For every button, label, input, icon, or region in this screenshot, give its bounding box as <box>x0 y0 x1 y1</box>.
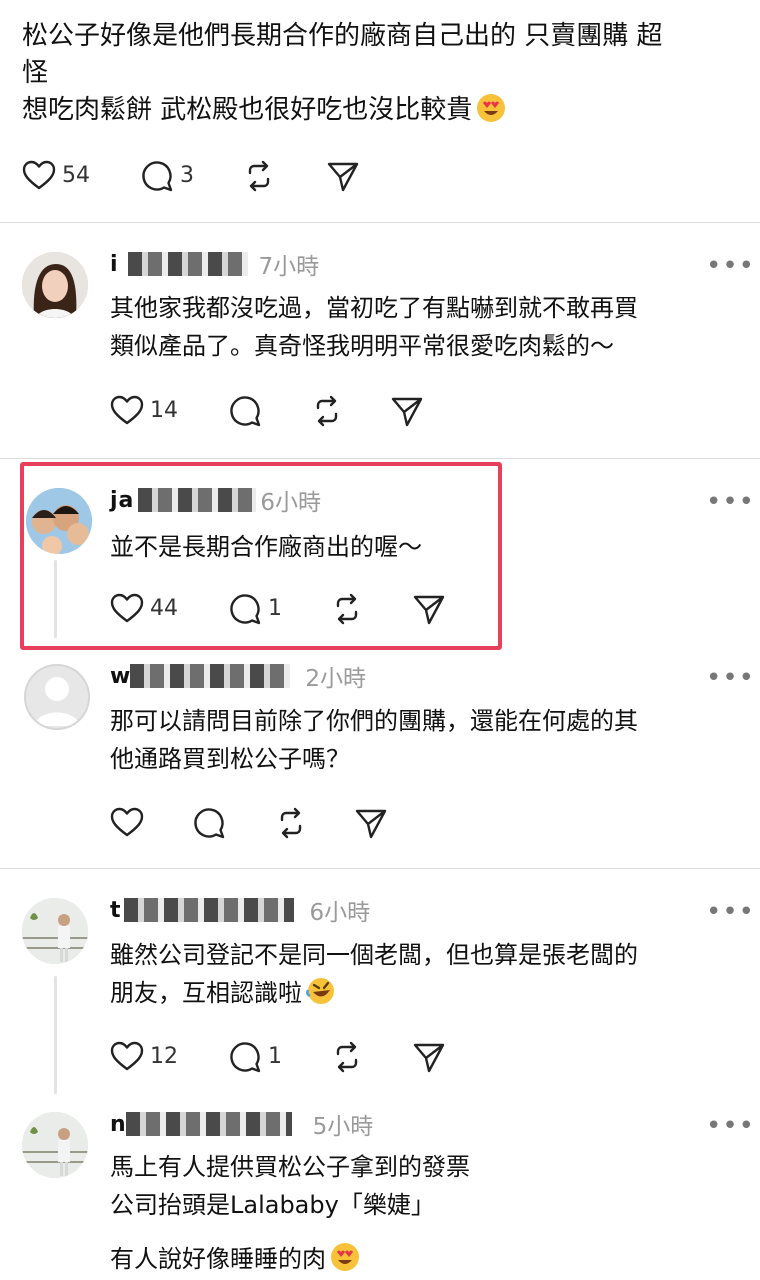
comment-button[interactable]: 1 <box>228 1039 282 1075</box>
heart-icon <box>22 160 56 190</box>
avatar[interactable] <box>22 1112 88 1178</box>
comment-icon <box>230 1042 261 1073</box>
repost-icon <box>316 395 338 427</box>
reply-text: 雖然公司登記不是同一個老闆，但也算是張老闆的 朋友，互相認識啦 <box>110 936 740 1012</box>
more-options-button[interactable]: ••• <box>706 1113 755 1139</box>
send-icon <box>327 162 359 192</box>
avatar[interactable] <box>22 252 88 318</box>
heart-icon <box>110 395 144 425</box>
reply-header: w 2小時 <box>110 660 366 693</box>
reply-text: 那可以請問目前除了你們的團購，還能在何處的其 他通路買到松公子嗎？ <box>110 707 638 773</box>
top-post-actions: 54 3 <box>22 158 422 194</box>
timestamp: 5小時 <box>312 1114 374 1140</box>
comment-button[interactable] <box>228 393 262 429</box>
username[interactable]: i <box>110 252 119 277</box>
like-count: 12 <box>150 1044 178 1069</box>
person-balcony <box>22 898 88 964</box>
comment-icon <box>194 808 225 839</box>
top-post-text: 松公子好像是他們長期合作的廠商自己出的 只賣團購 超 怪 想吃肉鬆餅 武松殿也很… <box>22 18 742 129</box>
reply-actions <box>110 805 510 841</box>
send-icon <box>391 397 423 427</box>
like-button[interactable]: 54 <box>22 158 90 194</box>
timestamp: 7小時 <box>258 254 320 280</box>
repost-icon <box>248 160 270 192</box>
comment-button[interactable]: 3 <box>140 158 194 194</box>
reply-line3: 有人說好像睡睡的肉 <box>110 1245 326 1273</box>
comment-count: 3 <box>180 163 194 188</box>
reply-text: 馬上有人提供買松公子拿到的發票 公司抬頭是Lalababy「樂婕」 <box>110 1148 740 1224</box>
divider <box>0 222 760 223</box>
reply-line1: 馬上有人提供買松公子拿到的發票 <box>110 1153 470 1181</box>
repost-icon <box>336 1041 358 1073</box>
send-icon <box>413 1043 445 1073</box>
top-post-line2: 怪 <box>22 58 49 88</box>
top-post-line3: 想吃肉鬆餅 武松殿也很好吃也沒比較貴 <box>22 95 473 125</box>
share-button[interactable] <box>354 805 388 841</box>
divider <box>0 458 760 459</box>
like-button[interactable]: 14 <box>110 393 178 429</box>
like-count: 14 <box>150 398 178 423</box>
repost-button[interactable] <box>274 805 308 841</box>
reply-text-content: 雖然公司登記不是同一個老闆，但也算是張老闆的 朋友，互相認識啦 <box>110 941 638 1007</box>
divider <box>0 868 760 869</box>
timestamp: 6小時 <box>309 900 371 926</box>
rofl-emoji <box>306 978 334 1004</box>
reply-header: i 7小時 <box>110 248 320 281</box>
comment-icon <box>230 396 261 427</box>
reply-line2: 公司抬頭是Lalababy「樂婕」 <box>110 1191 435 1219</box>
reply-header: t 6小時 <box>110 894 371 927</box>
more-options-button[interactable]: ••• <box>706 665 755 691</box>
avatar[interactable] <box>22 898 88 964</box>
share-button[interactable] <box>326 158 360 194</box>
comment-button[interactable] <box>192 805 226 841</box>
share-button[interactable] <box>390 393 424 429</box>
comment-icon <box>142 161 173 192</box>
reply-text-cutoff: 有人說好像睡睡的肉 <box>110 1240 740 1280</box>
heart-icon <box>110 1041 144 1071</box>
highlight-box <box>20 462 502 650</box>
like-button[interactable] <box>110 805 144 841</box>
repost-button[interactable] <box>310 393 344 429</box>
redaction <box>126 1112 292 1136</box>
person-balcony <box>22 1112 88 1178</box>
redaction <box>130 664 290 688</box>
send-icon <box>355 809 387 839</box>
heart-eyes-emoji <box>331 1243 359 1271</box>
more-options-button[interactable]: ••• <box>706 253 755 279</box>
username[interactable]: n <box>110 1112 127 1137</box>
redaction <box>124 898 294 922</box>
reply-header: n 5小時 <box>110 1108 374 1141</box>
avatar[interactable] <box>24 664 90 730</box>
like-count: 54 <box>62 163 90 188</box>
username[interactable]: w <box>110 664 131 689</box>
reply-text: 其他家我都沒吃過，當初吃了有點嚇到就不敢再買 類似產品了。真奇怪我明明平常很愛吃… <box>110 294 638 360</box>
like-button[interactable]: 12 <box>110 1039 178 1075</box>
repost-button[interactable] <box>242 158 276 194</box>
repost-button[interactable] <box>330 1039 364 1075</box>
comment-count: 1 <box>268 1044 282 1069</box>
redaction <box>128 252 248 276</box>
heart-icon <box>110 807 144 837</box>
default-avatar <box>24 664 90 730</box>
share-button[interactable] <box>412 1039 446 1075</box>
reply-actions: 12 1 <box>110 1039 510 1075</box>
thread-line <box>54 976 57 1094</box>
woman-portrait <box>22 252 88 318</box>
more-options-button[interactable]: ••• <box>706 489 755 515</box>
top-post-line1: 松公子好像是他們長期合作的廠商自己出的 只賣團購 超 <box>22 21 663 51</box>
heart-eyes-emoji <box>477 94 506 122</box>
reply-actions: 14 <box>110 393 510 429</box>
repost-icon <box>280 807 302 839</box>
timestamp: 2小時 <box>305 666 366 692</box>
more-options-button[interactable]: ••• <box>706 899 755 925</box>
username[interactable]: t <box>110 898 122 923</box>
